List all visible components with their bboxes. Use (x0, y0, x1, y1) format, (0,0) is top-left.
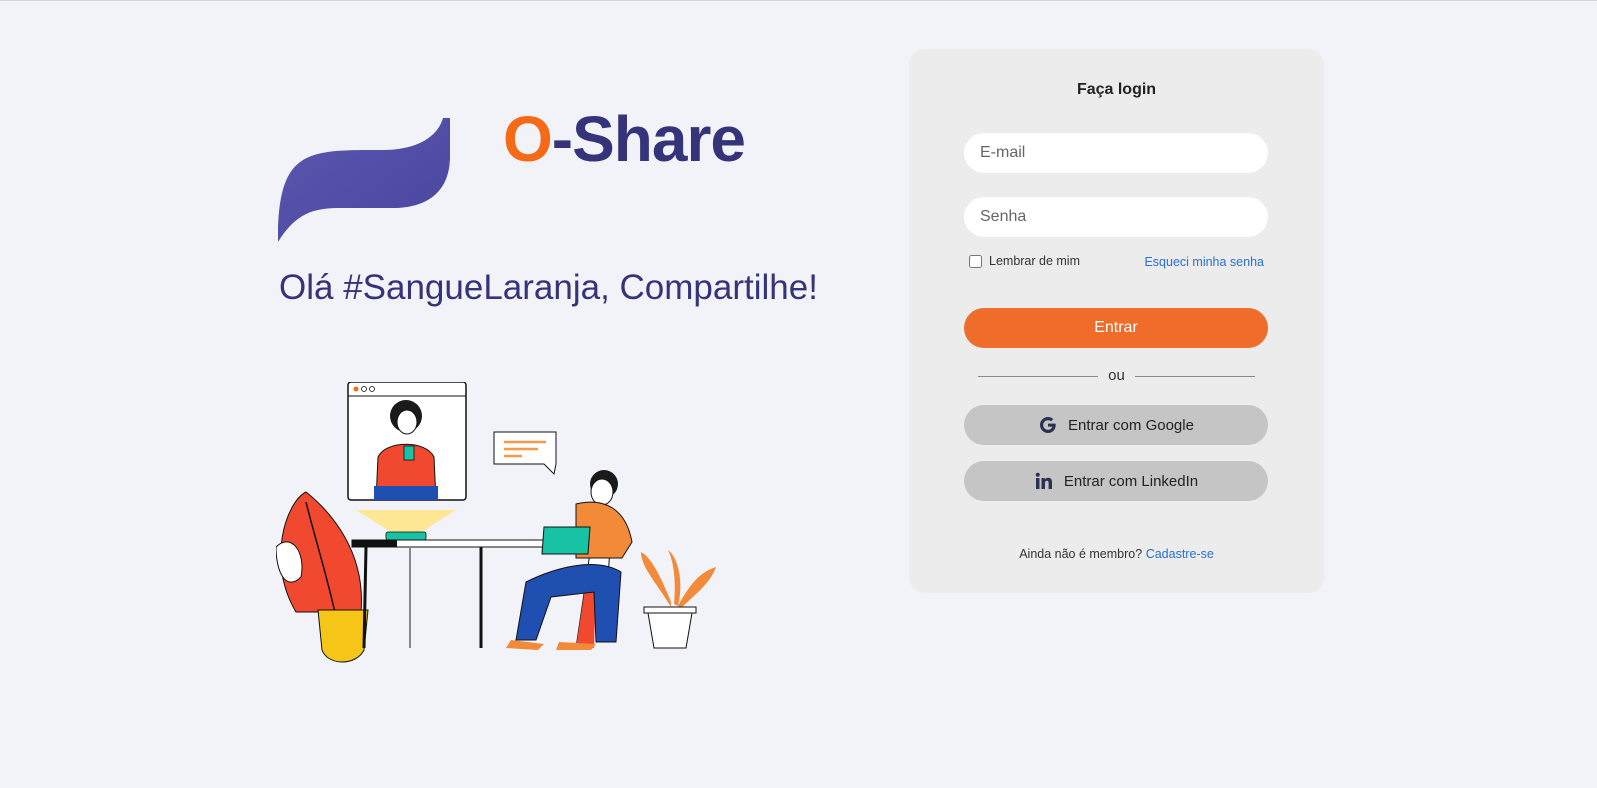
person-laptop-illustration (506, 470, 633, 650)
or-divider: ou (978, 368, 1255, 384)
signup-prompt-text: Ainda não é membro? (1019, 547, 1143, 561)
email-field[interactable] (964, 133, 1268, 173)
google-login-button[interactable]: Entrar com Google (964, 405, 1268, 445)
linkedin-icon (1034, 471, 1054, 491)
plant-left-illustration (276, 491, 369, 663)
top-border (0, 0, 1597, 1)
google-icon (1038, 415, 1058, 435)
video-screen-illustration (347, 382, 467, 501)
login-title: Faça login (1076, 81, 1157, 98)
chat-bubble-illustration (493, 431, 557, 476)
login-card: Faça login Lembrar de mim Esqueci minha … (909, 49, 1324, 593)
hero-tagline: Olá #SangueLaranja, Compartilhe! (279, 268, 818, 307)
brand-suffix: -Share (551, 103, 746, 175)
logo-mark (278, 118, 450, 242)
linkedin-login-label: Entrar com LinkedIn (1063, 472, 1199, 490)
google-login-label: Entrar com Google (1068, 416, 1194, 434)
remember-me-label: Lembrar de mim (989, 254, 1080, 268)
linkedin-login-button[interactable]: Entrar com LinkedIn (964, 461, 1268, 501)
signup-prompt: Ainda não é membro? Cadastre-se (909, 547, 1324, 561)
password-field[interactable] (964, 197, 1268, 237)
login-button[interactable]: Entrar (964, 308, 1268, 348)
brand-prefix: O (503, 103, 553, 175)
signup-link[interactable]: Cadastre-se (1146, 547, 1214, 561)
brand-name: O-Share (503, 102, 746, 176)
hero-illustration (276, 382, 716, 663)
forgot-password-link[interactable]: Esqueci minha senha (1144, 254, 1264, 270)
remember-me-checkbox[interactable] (969, 254, 982, 268)
remember-me[interactable]: Lembrar de mim (969, 254, 1080, 268)
plant-right-illustration (641, 550, 716, 649)
